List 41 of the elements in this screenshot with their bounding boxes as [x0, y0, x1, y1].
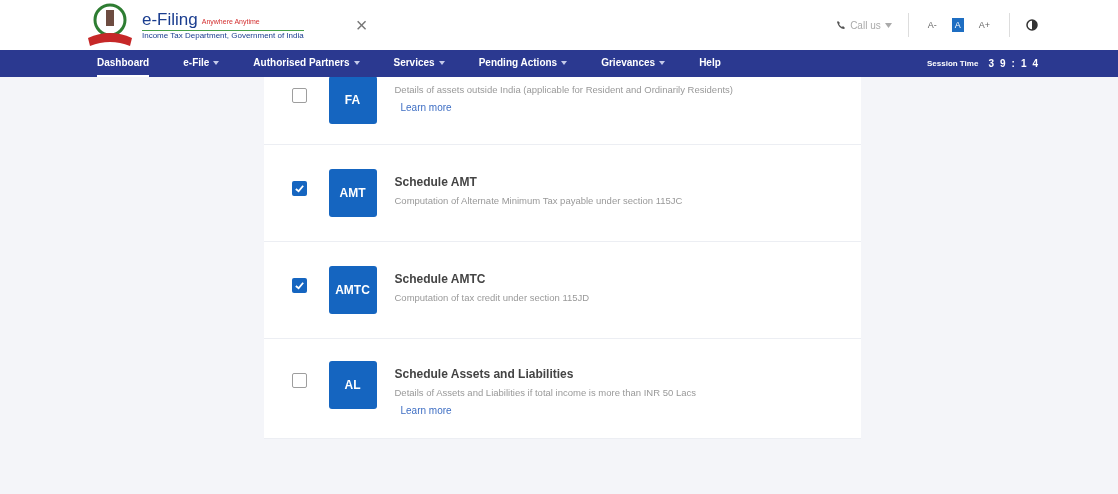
checkbox[interactable] [291, 181, 307, 196]
schedule-code-badge: AMTC [328, 266, 377, 314]
nav-item[interactable]: e-File [183, 50, 220, 77]
learn-more-link[interactable]: Learn more [400, 403, 452, 419]
nav-item[interactable]: Grievances [601, 50, 666, 77]
session-time-digit: 1 [1020, 57, 1027, 71]
schedule-code-badge: FA [328, 77, 377, 124]
session-time-digit: 9 [999, 57, 1006, 71]
checkmark-icon [293, 280, 305, 291]
schedule-title: Schedule Assets and Liabilities [394, 366, 574, 383]
checkbox[interactable] [291, 278, 307, 293]
font-size-button[interactable]: A [951, 18, 964, 32]
nav-item[interactable]: Authorised Partners [253, 50, 360, 77]
schedule-code-badge: AL [328, 361, 377, 409]
nav-item[interactable]: Services [393, 50, 445, 77]
font-size-button[interactable]: A- [924, 18, 940, 32]
nav-item[interactable]: Dashboard [97, 50, 150, 77]
logo-subtitle: Income Tax Department, Government of India [142, 29, 304, 40]
schedule-description: Computation of Alternate Minimum Tax payable under section 115JC [394, 194, 683, 208]
schedule-code-badge: AMT [328, 169, 377, 217]
phone-icon [836, 20, 847, 30]
session-time-digit: 4 [1032, 57, 1038, 71]
schedule-title: Schedule AMTC [394, 271, 486, 288]
schedule-title: Schedule AMT [394, 174, 477, 191]
logo-title: e-Filing [142, 10, 198, 28]
schedule-description: Computation of tax credit under section 115JD [394, 291, 590, 305]
session-time-digit: 3 [988, 57, 994, 71]
checkbox[interactable] [291, 373, 307, 388]
schedule-description: Details of Assets and Liabilities if total income is more than INR 50 Lacs [394, 386, 696, 400]
nav-item[interactable]: Pending Actions [478, 50, 568, 77]
schedule-description: Details of assets outside India (applicable for Resident and Ordinarily Residents) [394, 83, 733, 97]
session-time-label: Session Time [926, 57, 979, 70]
contrast-icon[interactable] [1026, 19, 1038, 31]
learn-more-link[interactable]: Learn more [400, 100, 452, 116]
font-size-button[interactable]: A+ [975, 18, 993, 32]
close-button[interactable]: × [355, 15, 368, 35]
nav-item[interactable]: Help [699, 50, 721, 77]
session-time-digit: : [1011, 57, 1015, 71]
checkmark-icon [293, 183, 305, 194]
checkbox[interactable] [291, 88, 307, 103]
caret-icon [884, 22, 892, 28]
